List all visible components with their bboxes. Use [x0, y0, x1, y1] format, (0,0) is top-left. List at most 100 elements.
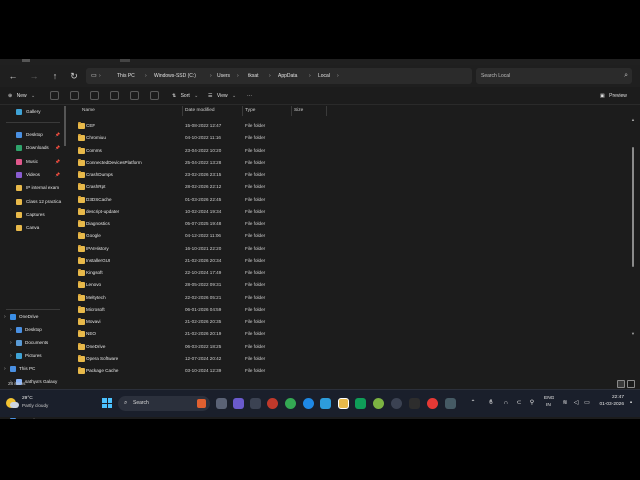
- chevron-right-icon[interactable]: ›: [10, 337, 12, 349]
- copy-icon[interactable]: [70, 91, 79, 100]
- table-row[interactable]: IPAIHistory 16-10-2021 22:20 File folder: [70, 243, 626, 255]
- preview-button[interactable]: ▣ Preview: [600, 89, 627, 103]
- breadcrumb-drive[interactable]: Windows-SSD (C:): [154, 68, 196, 84]
- notification-icon[interactable]: ▪: [628, 400, 634, 407]
- table-row[interactable]: Microsoft 06-01-2026 04:59 File folder: [70, 304, 626, 316]
- mail-icon[interactable]: [320, 398, 331, 409]
- column-separator[interactable]: [291, 106, 292, 116]
- language-indicator[interactable]: ENG IN: [544, 396, 554, 419]
- view-button[interactable]: ☰ View ⌄: [208, 89, 236, 103]
- sidebar-item-tree[interactable]: › Desktop: [0, 324, 66, 336]
- app-icon-dark[interactable]: [409, 398, 420, 409]
- search-input[interactable]: Search Local ⌕: [476, 68, 632, 84]
- chevron-right-icon[interactable]: ›: [10, 350, 12, 362]
- table-row[interactable]: Movavi 21-02-2026 20:35 File folder: [70, 316, 626, 328]
- table-row[interactable]: Lenovo 28-05-2022 09:31 File folder: [70, 279, 626, 291]
- widget-app-icon[interactable]: [250, 398, 261, 409]
- sidebar-item-tree[interactable]: › This PC: [0, 363, 66, 375]
- forward-arrow-icon[interactable]: →: [27, 69, 41, 83]
- breadcrumb-user[interactable]: tksat: [248, 68, 259, 84]
- tab-fragment[interactable]: [22, 59, 30, 62]
- table-row[interactable]: Comms 23-04-2022 10:20 File folder: [70, 145, 626, 157]
- breadcrumb-users[interactable]: Users: [217, 68, 230, 84]
- sidebar-item-gallery[interactable]: Gallery: [0, 106, 66, 118]
- more-options-button[interactable]: ···: [247, 89, 252, 103]
- table-row[interactable]: Google 04-12-2022 11:06 File folder: [70, 230, 626, 242]
- sidebar-item-tree[interactable]: › OneDrive: [0, 311, 66, 323]
- sidebar-item-quick[interactable]: Downloads 📌: [0, 142, 66, 154]
- scroll-up-icon[interactable]: ▲: [631, 117, 635, 122]
- sidebar-item-tree[interactable]: › Pictures: [0, 350, 66, 362]
- table-row[interactable]: OneDrive 06-03-2022 18:25 File folder: [70, 341, 626, 353]
- sidebar-item-quick[interactable]: Music 📌: [0, 156, 66, 168]
- sidebar-item-quick[interactable]: Canva: [0, 222, 66, 234]
- app-icon-green[interactable]: [355, 398, 366, 409]
- volume-icon[interactable]: ◁: [573, 400, 579, 407]
- app-icon-clock[interactable]: [391, 398, 402, 409]
- sort-button[interactable]: ⇅ Sort ⌄: [172, 89, 198, 103]
- paste-icon[interactable]: [90, 91, 99, 100]
- clock[interactable]: 22:47 01-03-2026: [598, 395, 624, 419]
- file-explorer-icon[interactable]: [338, 398, 349, 409]
- column-header-name[interactable]: Name: [82, 106, 95, 116]
- sidebar-scrollbar[interactable]: [64, 106, 66, 146]
- column-header-date[interactable]: Date modified: [185, 106, 215, 116]
- table-row[interactable]: ConnectedDevicesPlatform 25-04-2022 13:28…: [70, 157, 626, 169]
- table-row[interactable]: CrashRpt 28-02-2026 22:12 File folder: [70, 181, 626, 193]
- column-header-type[interactable]: Type: [245, 106, 255, 116]
- cut-icon[interactable]: [50, 91, 59, 100]
- chevron-right-icon[interactable]: ›: [4, 363, 6, 375]
- table-row[interactable]: Package Cache 03-10-2024 12:39 File folder: [70, 365, 626, 377]
- table-row[interactable]: CrashDumps 23-02-2026 23:15 File folder: [70, 169, 626, 181]
- breadcrumb-appdata[interactable]: AppData: [278, 68, 297, 84]
- delete-icon[interactable]: [150, 91, 159, 100]
- column-separator[interactable]: [182, 106, 183, 116]
- column-separator[interactable]: [242, 106, 243, 116]
- app-icon-lime[interactable]: [373, 398, 384, 409]
- usb-icon[interactable]: ⊂: [516, 400, 522, 407]
- sidebar-item-quick[interactable]: Desktop 📌: [0, 129, 66, 141]
- tiles-view-icon[interactable]: [627, 380, 635, 388]
- breadcrumb-local[interactable]: Local: [318, 68, 330, 84]
- opera-icon[interactable]: [267, 398, 278, 409]
- app-icon-red[interactable]: [427, 398, 438, 409]
- wifi-icon[interactable]: ≋: [562, 400, 568, 407]
- table-row[interactable]: Meltytech 22-02-2026 05:21 File folder: [70, 292, 626, 304]
- windows-start-icon[interactable]: [102, 398, 112, 408]
- table-row[interactable]: descript-updater 10-02-2024 19:34 File fol…: [70, 206, 626, 218]
- sidebar-item-quick[interactable]: IP internal exam: [0, 182, 66, 194]
- headset-icon[interactable]: ∩: [503, 400, 509, 407]
- tab-fragment-2[interactable]: [120, 59, 130, 62]
- breadcrumb[interactable]: ▭ › This PC › Windows-SSD (C:) › Users ›…: [86, 68, 472, 84]
- refresh-icon[interactable]: ↻: [67, 69, 81, 83]
- sidebar-item-tree[interactable]: › Documents: [0, 337, 66, 349]
- app-icon-media[interactable]: [445, 398, 456, 409]
- table-row[interactable]: Opera Software 12-07-2024 20:42 File folde…: [70, 353, 626, 365]
- scroll-down-icon[interactable]: ▼: [631, 331, 635, 336]
- table-row[interactable]: Chromiuu 04-10-2022 11:16 File folder: [70, 132, 626, 144]
- task-view-icon[interactable]: [216, 398, 227, 409]
- table-row[interactable]: Diagnostics 05-07-2025 19:48 File folder: [70, 218, 626, 230]
- table-row[interactable]: D3DSCache 01-03-2026 22:45 File folder: [70, 194, 626, 206]
- copilot-icon[interactable]: [233, 398, 244, 409]
- back-arrow-icon[interactable]: ←: [6, 69, 20, 83]
- chrome-icon[interactable]: [285, 398, 296, 409]
- table-row[interactable]: InstallerGUI 21-02-2026 20:34 File folder: [70, 255, 626, 267]
- rename-icon[interactable]: [110, 91, 119, 100]
- breadcrumb-this-pc[interactable]: This PC: [117, 68, 135, 84]
- table-row[interactable]: Kingsoft 22-10-2024 17:49 File folder: [70, 267, 626, 279]
- sidebar-item-quick[interactable]: Class 12 practica: [0, 196, 66, 208]
- bluetooth-icon[interactable]: ϐ: [488, 400, 494, 407]
- location-icon[interactable]: ⚲: [529, 400, 535, 407]
- weather-widget[interactable]: 29°C Partly cloudy: [6, 395, 76, 413]
- scrollbar-thumb[interactable]: [632, 147, 634, 267]
- vertical-scrollbar[interactable]: ▲ ▼: [631, 117, 635, 337]
- sidebar-item-quick[interactable]: Videos 📌: [0, 169, 66, 181]
- sidebar-item-quick[interactable]: Captures: [0, 209, 66, 221]
- column-header-size[interactable]: Size: [294, 106, 303, 116]
- share-icon[interactable]: [130, 91, 139, 100]
- column-separator[interactable]: [326, 106, 327, 116]
- table-row[interactable]: NEO 21-02-2026 20:19 File folder: [70, 328, 626, 340]
- table-row[interactable]: CEF 15-08-2022 12:47 File folder: [70, 120, 626, 132]
- battery-icon[interactable]: ▭: [584, 400, 590, 407]
